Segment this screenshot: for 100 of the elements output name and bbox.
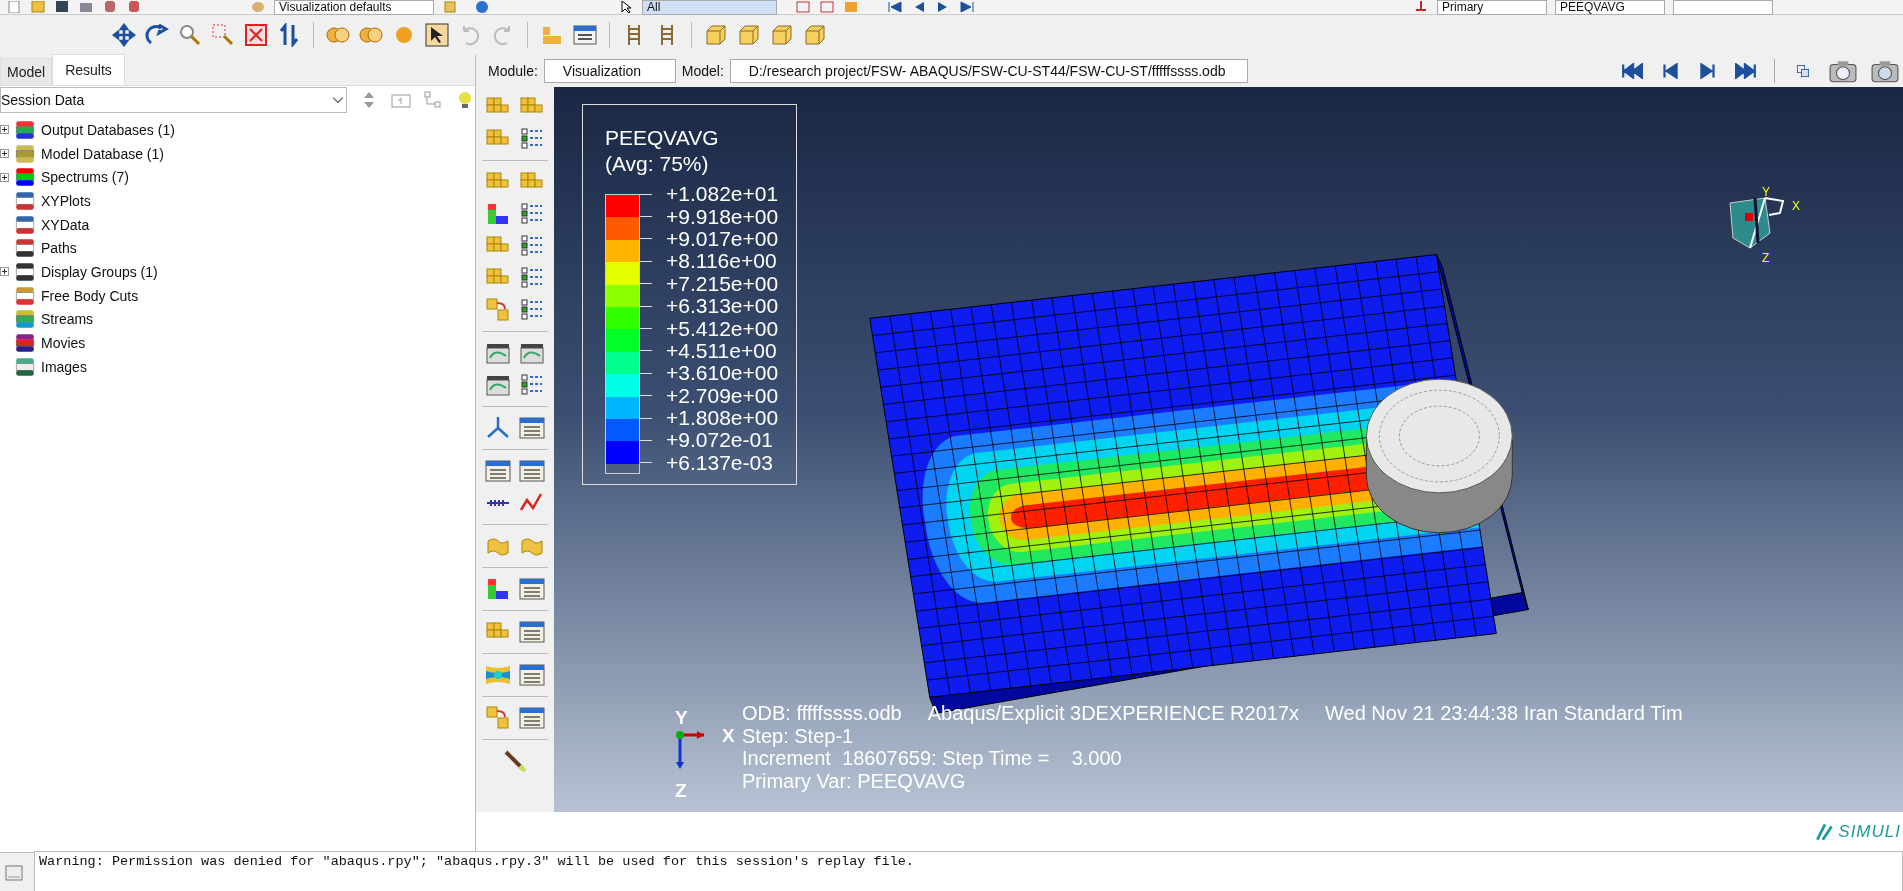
tree-item[interactable]: Model Database (1) <box>41 145 164 162</box>
rotate-icon[interactable] <box>145 23 169 47</box>
table-window-icon[interactable] <box>519 576 545 602</box>
expand-icon[interactable] <box>0 125 9 135</box>
scale-icon[interactable] <box>1413 1 1429 13</box>
legend-value: +9.017e+00 <box>666 227 779 250</box>
message-text: Warning: Permission was denied for "abaqus.rpy"; "abaqus.rpy.3" will be used for this session's replay file. <box>34 851 1903 891</box>
last-frame-icon[interactable] <box>959 1 975 13</box>
cube-icon[interactable] <box>770 23 794 47</box>
magnifier-icon[interactable] <box>178 23 202 47</box>
database-stack-icon <box>14 118 36 141</box>
axis-label: Y <box>675 707 688 729</box>
box-zoom-icon[interactable] <box>211 23 235 47</box>
expand-icon[interactable] <box>0 267 9 277</box>
primary-combo[interactable]: Primary <box>1437 0 1547 15</box>
axis-label: Y <box>1762 185 1770 199</box>
list-icon[interactable] <box>519 297 545 323</box>
list-icon[interactable] <box>519 372 545 398</box>
legend-title: PEEQVAVG <box>605 125 720 151</box>
squares-icon[interactable] <box>485 705 511 731</box>
panel-tab[interactable]: Model <box>0 58 53 85</box>
module-combo[interactable]: Visualization <box>543 59 676 83</box>
list-icon[interactable] <box>519 265 545 291</box>
axis-label: Z <box>675 780 687 802</box>
table-window-icon[interactable] <box>519 662 545 688</box>
camera-icon[interactable] <box>1871 59 1899 83</box>
selection-icon[interactable] <box>795 1 811 13</box>
table-window-icon[interactable] <box>573 23 597 47</box>
tree-item[interactable]: Movies <box>41 335 86 352</box>
last-frame-icon[interactable] <box>1735 63 1757 79</box>
up-down-arrows-icon[interactable] <box>277 23 301 47</box>
expand-icon[interactable] <box>0 172 9 182</box>
legend-value: +9.918e+00 <box>666 205 779 228</box>
primary-variable-text: Primary Var: PEEQVAVG <box>742 769 967 792</box>
cursor-icon[interactable] <box>425 23 449 47</box>
tree-item[interactable]: Streams <box>41 311 94 328</box>
contour-plot-icon[interactable] <box>485 576 511 602</box>
contour-plot-icon[interactable] <box>485 201 511 227</box>
axes-icon[interactable] <box>485 415 511 441</box>
table-window-icon[interactable] <box>485 458 511 484</box>
move-arrows-icon[interactable] <box>112 23 136 47</box>
list-icon[interactable] <box>519 201 545 227</box>
legend-value: +9.072e-01 <box>666 429 773 452</box>
squares-icon[interactable] <box>485 297 511 323</box>
table-window-icon[interactable] <box>519 415 545 441</box>
tree-item[interactable]: Paths <box>41 240 77 257</box>
model-combo[interactable]: D:/research project/FSW- ABAQUS/FSW-CU-ST44/FSW-CU-ST/fffffssss.odb <box>729 59 1249 83</box>
increment-text: Increment 18607659: Step Time = 3.000 <box>742 747 1123 770</box>
filter-combo[interactable]: All <box>642 0 777 15</box>
first-frame-icon[interactable] <box>1621 63 1643 79</box>
legend-value: +5.412e+00 <box>666 317 779 340</box>
legend-value: +3.610e+00 <box>666 362 779 385</box>
legend-value: +1.082e+01 <box>666 183 779 206</box>
info-icon[interactable] <box>474 1 490 13</box>
table-window-icon[interactable] <box>519 619 545 645</box>
variable-combo[interactable]: PEEQVAVG <box>1555 0 1665 15</box>
axis-label: X <box>1792 199 1800 213</box>
first-frame-icon[interactable] <box>887 1 903 13</box>
style-combo[interactable]: Visualization defaults <box>274 0 434 15</box>
cube-icon[interactable] <box>803 23 827 47</box>
tree-item[interactable]: Images <box>41 358 87 375</box>
tree-item[interactable]: XYPlots <box>41 192 91 209</box>
camera-icon[interactable] <box>1829 59 1857 83</box>
spectrum-bar-icon <box>14 166 36 189</box>
legend-subtitle: (Avg: 75%) <box>605 151 710 177</box>
table-window-icon[interactable] <box>519 458 545 484</box>
selection-icon[interactable] <box>819 1 835 13</box>
axis-label: Z <box>1762 251 1770 265</box>
folder-icon[interactable] <box>30 1 46 13</box>
tree-item[interactable]: Output Databases (1) <box>41 121 175 138</box>
list-icon[interactable] <box>519 233 545 259</box>
tree-item[interactable]: Spectrums (7) <box>41 169 129 186</box>
fit-view-icon[interactable] <box>244 23 268 47</box>
tree-item[interactable]: Free Body Cuts <box>41 287 139 304</box>
list-icon[interactable] <box>519 126 545 152</box>
cube-icon[interactable] <box>442 1 458 13</box>
cube-icon[interactable] <box>737 23 761 47</box>
legend-value: +6.137e-03 <box>666 451 773 474</box>
timestamp: Wed Nov 21 23:44:38 Iran Standard Tim <box>1325 702 1683 725</box>
expand-icon[interactable] <box>0 149 9 159</box>
tree-item[interactable]: Display Groups (1) <box>41 263 158 280</box>
save-icon[interactable] <box>54 1 70 13</box>
database-stack-icon[interactable] <box>126 1 142 13</box>
solver-version: Abaqus/Explicit 3DEXPERIENCE R2017x <box>927 702 1299 725</box>
session-combo[interactable]: Session Data <box>0 87 347 113</box>
odb-name: ODB: fffffssss.odb <box>742 702 902 725</box>
database-stack-icon[interactable] <box>102 1 118 13</box>
brand-name: SIMULI <box>1838 822 1901 842</box>
brush-icon[interactable] <box>502 748 528 774</box>
database-stack-icon <box>14 142 36 165</box>
tree-item[interactable]: XYData <box>41 216 90 233</box>
cube-icon[interactable] <box>704 23 728 47</box>
axis-label: X <box>722 725 735 747</box>
cursor-icon[interactable] <box>618 1 634 13</box>
table-window-icon[interactable] <box>519 705 545 731</box>
panel-tab[interactable]: Results <box>52 54 125 85</box>
legend-value: +2.709e+00 <box>666 384 779 407</box>
printer-icon[interactable] <box>78 1 94 13</box>
model-label: Model: <box>681 63 724 79</box>
legend-value: +1.808e+00 <box>666 407 779 430</box>
